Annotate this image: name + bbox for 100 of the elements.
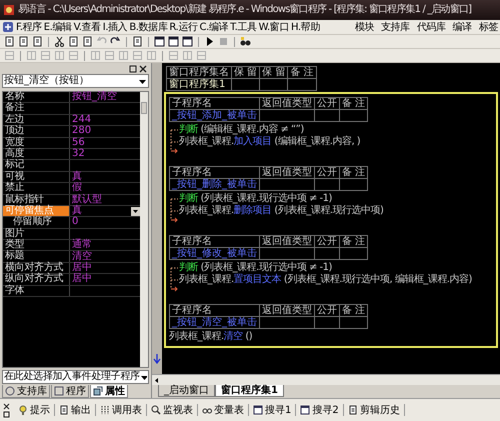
panel-tab[interactable]: 属性 [90,385,128,398]
property-value[interactable]: 居中 [72,263,92,274]
table-header: 返回值类型 [260,304,314,316]
panel-tab[interactable]: 程序 [51,385,89,398]
menu-item[interactable]: B.数据库 [129,20,168,34]
document-icon [348,405,358,415]
property-value[interactable]: 默认型 [72,194,102,205]
close-icon[interactable] [139,64,147,72]
property-name[interactable]: 禁止 [3,183,70,194]
code-line: 列表框_课程.置项目文本 (列表框_课程.现行选中项, 编辑框_课程.内容) [179,274,472,286]
property-value[interactable]: 244 [72,114,92,125]
property-value[interactable]: 真 [72,172,82,182]
square-icon [54,386,64,396]
subroutine-name[interactable]: _按钮_删除_被单击 [170,178,260,190]
menu-item[interactable]: R.运行 [169,20,198,34]
menu-item[interactable]: T.工具 [230,20,257,34]
editor-tab[interactable]: _启动窗口 [158,385,215,397]
menu-item[interactable]: I.插入 [102,20,128,34]
property-name[interactable]: 纵向对齐方式 [3,274,70,285]
code-line: 判断 (列表框_课程.现行选中项 ≠ -1) [179,262,333,274]
property-value[interactable]: 真 [72,206,82,216]
window-layout-icon[interactable] [153,36,166,48]
property-value[interactable]: 32 [72,149,85,160]
property-value[interactable]: 假 [72,183,82,194]
output-tab[interactable]: 剪辑历史 [346,403,402,417]
table-header: 备 注 [340,304,368,316]
cut-icon[interactable] [53,36,66,48]
property-name[interactable]: 标题 [3,251,70,262]
subroutine-name[interactable]: _按钮_添加_被单击 [170,110,260,122]
output-tab[interactable]: 变量表 [200,403,246,417]
property-value[interactable]: 56 [72,138,85,148]
property-name[interactable]: 左边 [3,114,70,126]
pin-icon[interactable] [3,410,10,418]
table-header: 公开 [314,98,340,110]
property-name[interactable]: 宽度 [3,138,70,148]
output-tab[interactable]: 搜寻2 [298,403,341,417]
menu-item[interactable]: 模块 [354,20,374,34]
scrollbar[interactable] [152,374,500,385]
property-value[interactable]: 按钮_清空 [72,92,117,102]
menu-item[interactable]: 编译 [452,20,472,34]
table-header: 返回值类型 [260,236,314,248]
property-value[interactable]: 280 [72,126,92,136]
close-icon[interactable] [3,402,10,410]
window-layout-icon[interactable] [181,36,194,48]
menu-logo-icon [2,21,14,33]
property-name[interactable]: 标记 [3,160,70,171]
property-name[interactable]: 类型 [3,240,70,250]
panel-tab[interactable]: 支持库 [2,385,50,398]
property-name[interactable]: 可视 [3,172,70,182]
output-tab[interactable]: 提示 [16,403,52,417]
menu-item[interactable]: C.编译 [200,20,228,34]
table-header: 备 注 [340,166,368,178]
property-name[interactable]: 顶边 [3,126,70,137]
circle-icon [5,386,15,396]
dropdown-icon[interactable] [131,206,140,216]
menu-item[interactable]: F.程序 [16,20,42,34]
code-line: 判断 (列表框_课程.现行选中项 ≠ -1) [179,193,333,204]
property-name[interactable]: 字体 [3,286,70,296]
table-header: 窗口程序集名 [166,66,232,78]
output-tab[interactable]: 输出 [57,403,93,417]
menu-item[interactable]: E.编辑 [44,20,72,34]
property-name[interactable]: 名称 [3,92,70,102]
subroutine-name[interactable]: _按钮_清空_被单击 [170,316,260,328]
event-selector[interactable]: 在此处选择加入事件处理子程序 [2,370,149,384]
property-value[interactable]: 通常 [72,240,92,250]
subroutine-name[interactable]: _按钮_修改_被单击 [170,248,260,260]
binoculars-icon[interactable] [239,36,252,48]
table-header: 子程序名 [170,166,260,178]
window-layout-icon[interactable] [167,36,180,48]
scrollbar[interactable] [140,92,148,367]
output-tab[interactable]: 搜寻1 [251,403,294,417]
menu-item[interactable]: 标签 [478,20,498,34]
output-tab[interactable]: 调用表 [98,403,144,417]
property-name[interactable]: 鼠标指针 [3,194,70,205]
property-value[interactable]: 居中 [72,274,92,284]
table-header: 备 注 [288,66,316,78]
menu-item[interactable]: V.查看 [74,20,101,34]
output-tab[interactable]: 监视表 [149,403,195,417]
menu-item[interactable]: 代码库 [416,20,446,34]
editor-tab[interactable]: 窗口程序集1 [215,385,284,397]
table-header: 返回值类型 [260,166,314,178]
menu-item[interactable]: 支持库 [380,20,410,34]
object-selector[interactable]: 按钮_清空（按钮） [2,74,149,88]
new-file-icon[interactable] [3,36,16,48]
pin-icon[interactable] [129,64,137,72]
property-value[interactable]: 0 [72,217,78,228]
code-line: 判断 (编辑框_课程.内容 ≠ “”) [179,124,305,136]
arrow-down-icon [153,354,161,364]
property-name[interactable]: 停留顺序 [3,217,70,228]
table-header: 备 注 [340,98,368,110]
property-value[interactable]: 清空 [72,252,92,262]
property-name[interactable]: 横向对齐方式 [3,262,70,274]
menu-item[interactable]: H.帮助 [290,20,320,34]
property-name[interactable]: 高度 [3,148,70,160]
property-name[interactable]: 备注 [3,103,70,114]
menu-item[interactable]: W.窗口 [258,20,289,34]
table-header: 公开 [314,236,340,248]
window-icon [93,386,103,396]
table-header: 返回值类型 [260,98,314,110]
property-name[interactable]: 图片 [3,228,70,240]
